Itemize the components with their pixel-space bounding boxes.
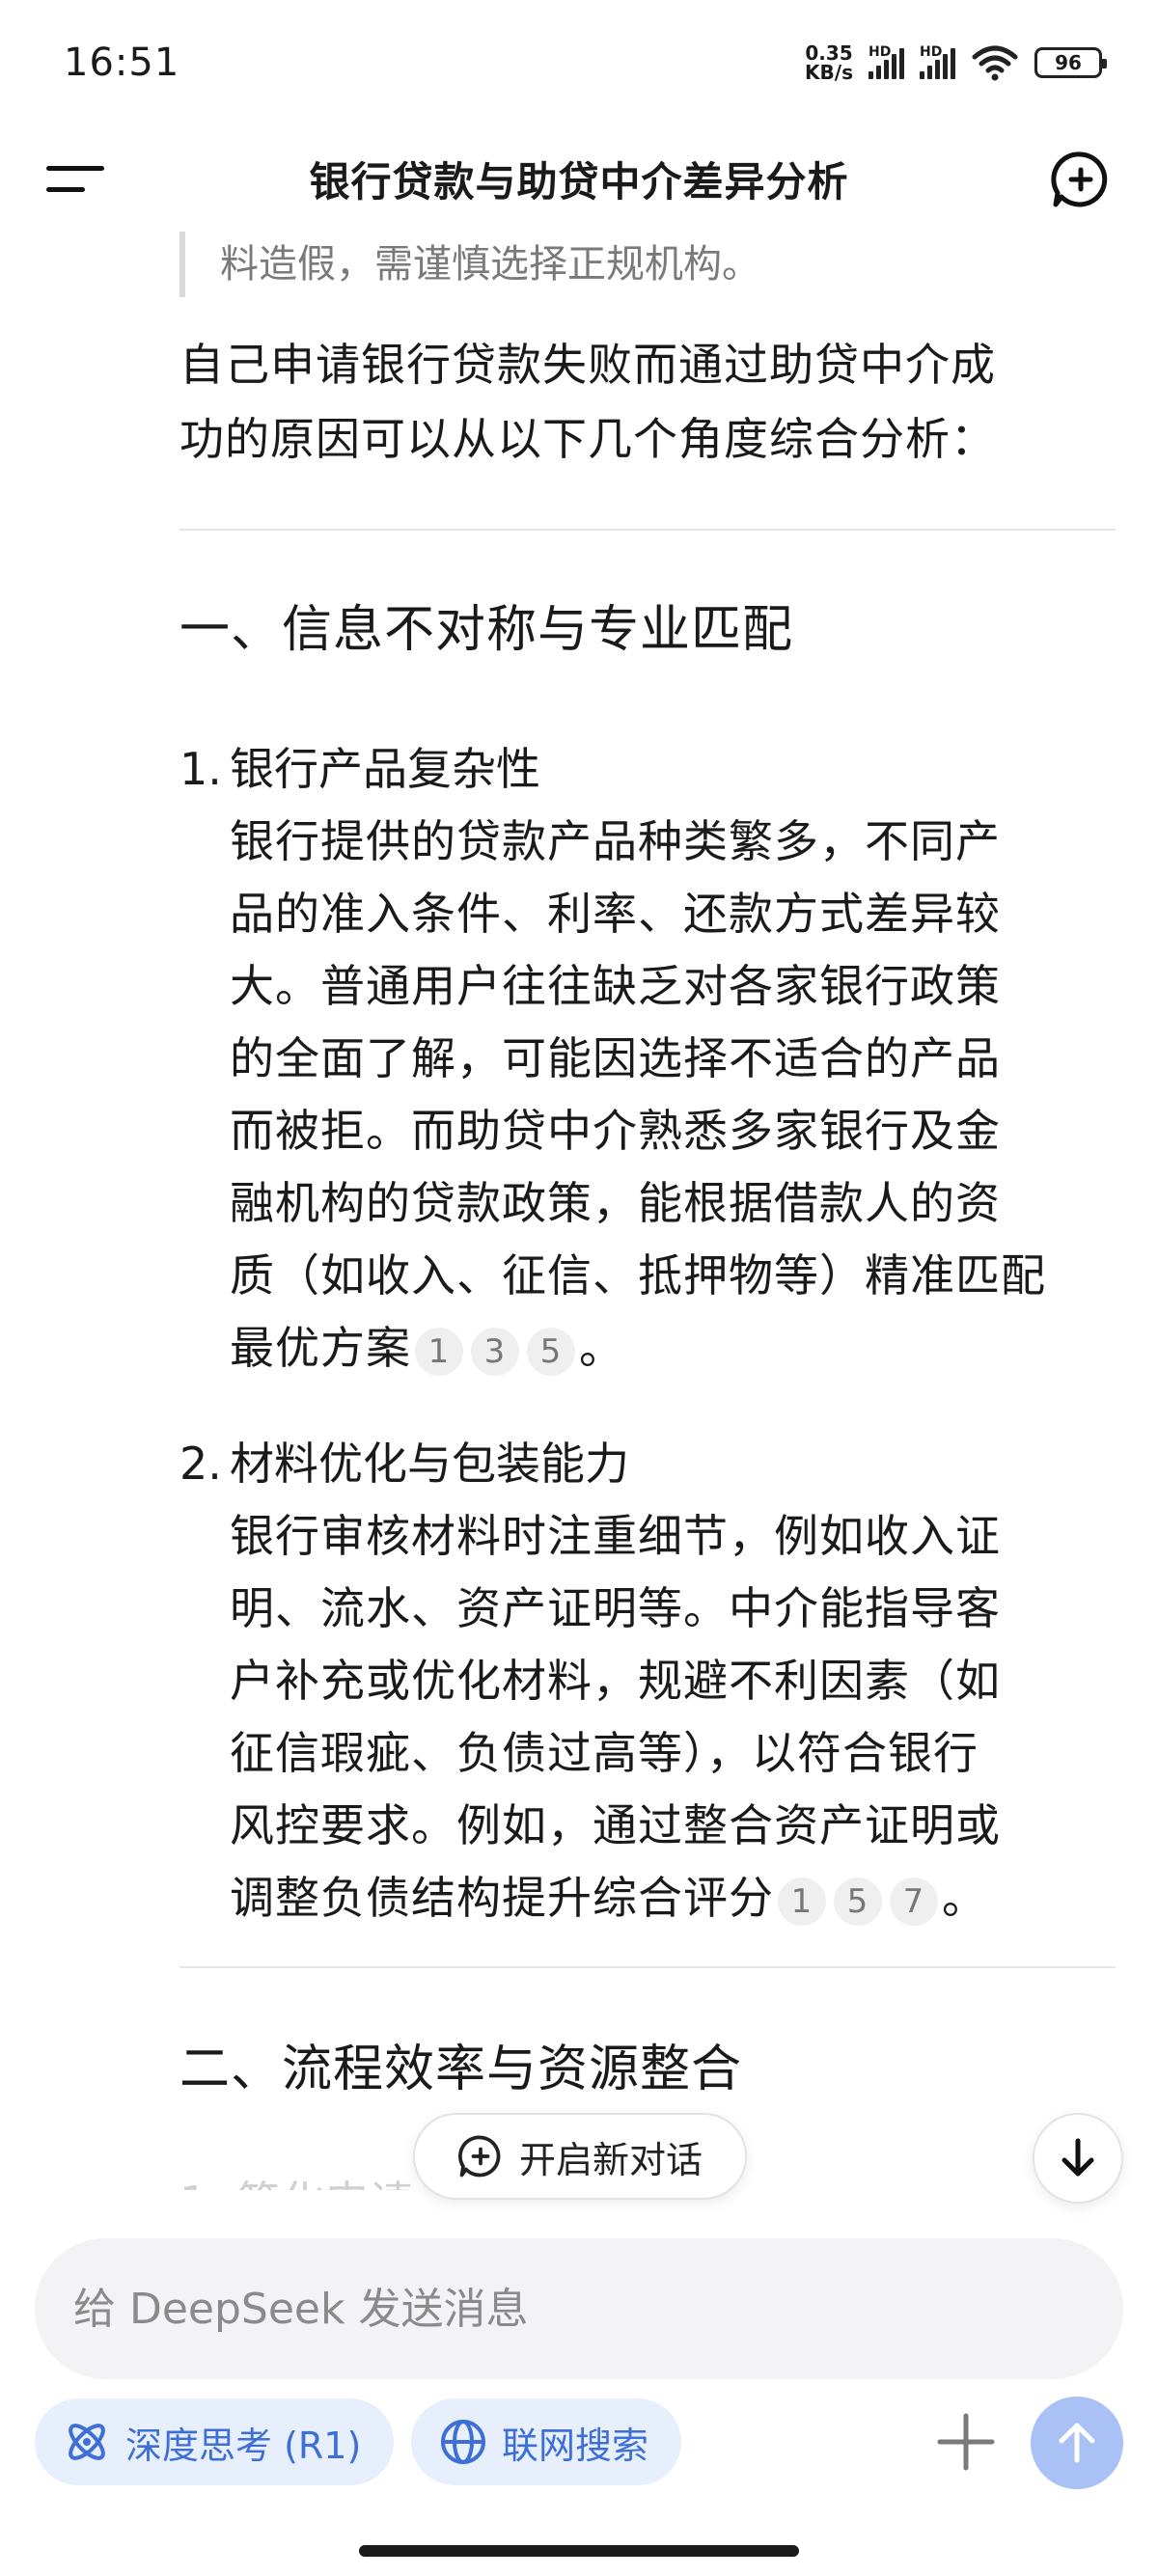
body-line: 户补充或优化材料，规避不利因素（如 (230, 1655, 1001, 1707)
deep-think-toggle[interactable]: 深度思考 (R1) (35, 2398, 395, 2485)
citation-badge[interactable]: 3 (471, 1327, 519, 1376)
composer: 深度思考 (R1) 联网搜索 (0, 2219, 1158, 2576)
sim2-hd-label: HD (920, 44, 943, 60)
body-line: 融机构的贷款政策，能根据借款人的资 (230, 1177, 1001, 1229)
wifi-icon (972, 45, 1018, 81)
list-item-body: 银行审核材料时注重细节，例如收入证 明、流水、资产证明等。中介能指导客 户补充或… (230, 1500, 1117, 1934)
scroll-to-bottom-button[interactable] (1033, 2113, 1123, 2204)
body-text: 调整负债结构提升综合评分 (230, 1872, 774, 1924)
citation-badge[interactable]: 1 (778, 1877, 826, 1926)
network-speed-unit: KB/s (805, 61, 853, 84)
list-number: 2. (179, 1438, 222, 1490)
battery-icon: 96 (1034, 47, 1107, 78)
citation-badge[interactable]: 5 (834, 1877, 882, 1926)
citation-badge[interactable]: 1 (415, 1327, 463, 1376)
attach-plus-icon[interactable] (932, 2408, 1000, 2476)
citation-badge[interactable]: 5 (527, 1327, 575, 1376)
section-divider (179, 1966, 1116, 1968)
body-line: 银行审核材料时注重细节，例如收入证 (230, 1510, 1001, 1562)
web-search-toggle[interactable]: 联网搜索 (411, 2398, 682, 2485)
menu-icon-line (46, 187, 85, 192)
body-line-last: 调整负债结构提升综合评分 1 5 7。 (230, 1862, 1117, 1934)
home-indicator[interactable] (359, 2545, 799, 2557)
list-item: 1. 银行产品复杂性 银行提供的贷款产品种类繁多，不同产 品的准入条件、利率、还… (179, 733, 1125, 1384)
network-speed: 0.35 KB/s (805, 43, 853, 82)
message-input[interactable] (35, 2238, 1123, 2379)
web-search-label: 联网搜索 (502, 2424, 649, 2467)
app-screen: 16:51 0.35 KB/s HD HD 96 银行贷款与助贷中介差异分析 料… (0, 0, 1158, 2576)
body-line: 风控要求。例如，通过整合资产证明或 (230, 1799, 1001, 1851)
list-item: 2. 材料优化与包装能力 银行审核材料时注重细节，例如收入证 明、流水、资产证明… (179, 1428, 1125, 1934)
section-heading: 二、流程效率与资源整合 (179, 2041, 743, 2098)
atom-icon (69, 2424, 105, 2460)
blockquote-tail: 料造假，需谨慎选择正规机构。 (179, 232, 760, 297)
body-line: 品的准入条件、利率、还款方式差异较 (230, 888, 1001, 940)
body-text: 最优方案 (230, 1322, 411, 1374)
sim1-hd-label: HD (868, 44, 892, 60)
network-speed-value: 0.35 (805, 41, 853, 65)
app-header: 银行贷款与助贷中介差异分析 (0, 125, 1158, 232)
section-heading: 一、信息不对称与专业匹配 (179, 601, 794, 659)
list-item-title: 银行产品复杂性 (230, 743, 540, 795)
intro-line: 功的原因可以从以下几个角度综合分析： (179, 413, 996, 465)
body-line: 征信瑕疵、负债过高等），以符合银行 (230, 1727, 979, 1779)
new-dialog-button[interactable]: 开启新对话 (413, 2113, 747, 2200)
list-item-title: 材料优化与包装能力 (230, 1438, 629, 1490)
body-line: 大。普通用户往往缺乏对各家银行政策 (230, 960, 1001, 1012)
body-line: 而被拒。而助贷中介熟悉多家银行及金 (230, 1105, 1001, 1157)
arrow-down-icon (1062, 2138, 1094, 2177)
menu-icon (46, 166, 104, 171)
chat-content[interactable]: 料造假，需谨慎选择正规机构。 自己申请银行贷款失败而通过助贷中介成 功的原因可以… (0, 232, 1158, 2190)
body-line: 明、流水、资产证明等。中介能指导客 (230, 1582, 1001, 1634)
new-chat-icon[interactable] (1050, 149, 1112, 210)
signal-sim1-icon: HD (868, 44, 904, 79)
citation-badge[interactable]: 7 (890, 1877, 938, 1926)
intro-line: 自己申请银行贷款失败而通过助贷中介成 (179, 339, 996, 391)
status-bar: 16:51 0.35 KB/s HD HD 96 (0, 0, 1158, 125)
new-dialog-label: 开启新对话 (518, 2138, 703, 2181)
page-title: 银行贷款与助贷中介差异分析 (309, 157, 849, 206)
signal-sim2-icon: HD (920, 44, 955, 79)
new-chat-icon (458, 2135, 501, 2178)
body-line: 质（如收入、征信、抵押物等）精准匹配 (230, 1249, 1046, 1302)
list-item-body: 银行提供的贷款产品种类繁多，不同产 品的准入条件、利率、还款方式差异较 大。普通… (230, 806, 1117, 1384)
section-divider (179, 529, 1116, 531)
body-text: 。 (942, 1872, 987, 1924)
status-time: 16:51 (64, 41, 180, 85)
body-text: 。 (579, 1322, 624, 1374)
body-line: 银行提供的贷款产品种类繁多，不同产 (230, 815, 1001, 867)
arrow-up-icon (1059, 2423, 1095, 2463)
send-button[interactable] (1031, 2397, 1123, 2489)
deep-think-label: 深度思考 (R1) (125, 2424, 362, 2467)
body-line-last: 最优方案 1 3 5。 (230, 1312, 1117, 1384)
list-number: 1. (179, 743, 222, 795)
intro-paragraph: 自己申请银行贷款失败而通过助贷中介成 功的原因可以从以下几个角度综合分析： (179, 328, 1116, 477)
status-icons: 0.35 KB/s HD HD 96 (805, 43, 1107, 82)
body-line: 的全面了解，可能因选择不适合的产品 (230, 1032, 1001, 1084)
menu-button[interactable] (46, 160, 104, 199)
battery-level: 96 (1055, 51, 1082, 74)
globe-icon (441, 2420, 485, 2464)
